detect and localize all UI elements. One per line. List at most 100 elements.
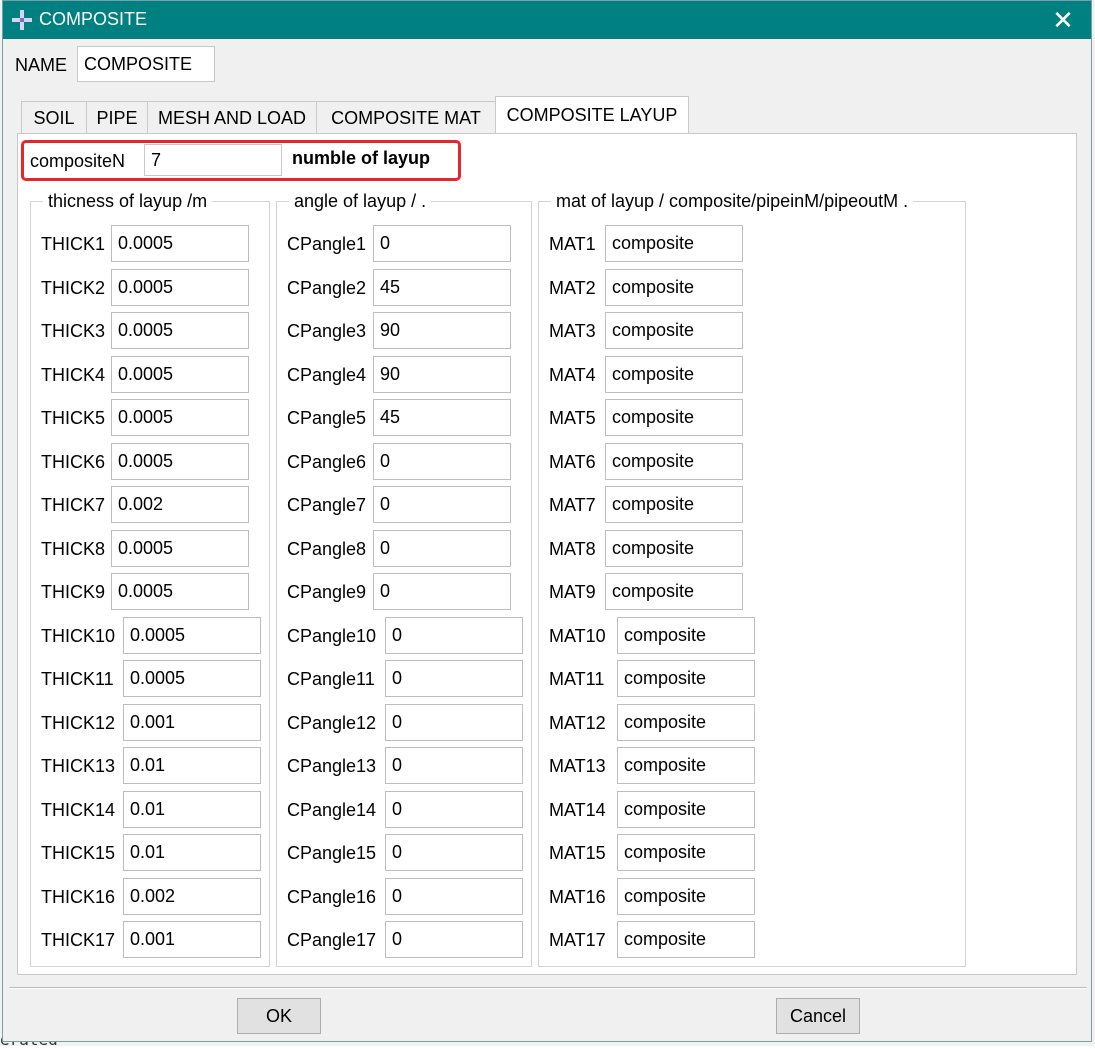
- mat-input-15[interactable]: composite: [617, 834, 755, 871]
- mat-input-1[interactable]: composite: [605, 225, 743, 262]
- thick-input-11[interactable]: 0.0005: [123, 660, 261, 697]
- tab-composite-layup[interactable]: COMPOSITE LAYUP: [495, 96, 689, 133]
- cpangle-input-4[interactable]: 90: [373, 355, 511, 393]
- cpangle-label-7: CPangle7: [287, 495, 367, 515]
- mat-input-8[interactable]: composite: [605, 529, 743, 567]
- thickness-group: thicness of layup /m THICK1 0.0005 THICK2 0…: [30, 191, 270, 967]
- thick-input-4[interactable]: 0.0005: [111, 355, 249, 393]
- mat-input-12[interactable]: composite: [617, 703, 755, 741]
- thick-input-1[interactable]: 0.0005: [111, 225, 249, 262]
- thick-label-8: THICK8: [41, 538, 106, 559]
- cpangle-input-12[interactable]: 0: [385, 703, 523, 741]
- compositeN-label: compositeN: [30, 151, 126, 171]
- thick-label-2: THICK2: [41, 277, 106, 298]
- mat-input-6[interactable]: composite: [605, 442, 743, 480]
- cpangle-input-2[interactable]: 45: [373, 268, 511, 306]
- cpangle-input-5[interactable]: 45: [373, 399, 511, 436]
- mat-label-17: MAT17: [549, 930, 606, 950]
- cpangle-input-17[interactable]: 0: [385, 921, 523, 958]
- thick-label-6: THICK6: [41, 451, 106, 472]
- mat-label-5: MAT5: [549, 408, 596, 428]
- thick-input-14[interactable]: 0.01: [123, 790, 261, 828]
- thick-input-8[interactable]: 0.0005: [111, 529, 249, 567]
- thick-input-7[interactable]: 0.002: [111, 486, 249, 523]
- tab-soil[interactable]: SOIL: [21, 101, 87, 133]
- button-separator: [9, 987, 1087, 989]
- thick-input-17[interactable]: 0.001: [123, 921, 261, 958]
- mat-label-7: MAT7: [549, 495, 596, 515]
- name-input[interactable]: COMPOSITE: [77, 46, 215, 82]
- mat-input-2[interactable]: composite: [605, 268, 743, 306]
- cpangle-input-13[interactable]: 0: [385, 747, 523, 784]
- ok-button[interactable]: OK: [237, 998, 321, 1034]
- mat-label-12: MAT12: [549, 712, 606, 733]
- close-button[interactable]: ✕: [1035, 1, 1091, 39]
- tab-composite-mat[interactable]: COMPOSITE MAT: [316, 101, 496, 133]
- title-bar[interactable]: COMPOSITE ✕: [3, 1, 1091, 39]
- thick-input-15[interactable]: 0.01: [123, 834, 261, 871]
- angle-group: angle of layup / . CPangle1 0 CPangle2 45 CP…: [276, 191, 532, 967]
- mat-label-10: MAT10: [549, 625, 606, 646]
- tab-mesh-and-load[interactable]: MESH AND LOAD: [147, 101, 317, 133]
- thick-label-3: THICK3: [41, 321, 106, 341]
- thick-input-6[interactable]: 0.0005: [111, 442, 249, 480]
- mat-input-11[interactable]: composite: [617, 660, 755, 697]
- thick-label-5: THICK5: [41, 408, 106, 428]
- composite-dialog: COMPOSITE ✕ NAME COMPOSITE SOIL PIPE MESH …: [2, 0, 1092, 1042]
- thick-label-17: THICK17: [41, 930, 116, 950]
- compositeN-input[interactable]: 7: [144, 144, 282, 176]
- cpangle-input-3[interactable]: 90: [373, 312, 511, 349]
- thick-label-14: THICK14: [41, 799, 116, 820]
- mat-label-11: MAT11: [549, 669, 605, 689]
- cpangle-input-11[interactable]: 0: [385, 660, 523, 697]
- mat-input-13[interactable]: composite: [617, 747, 755, 784]
- mat-label-8: MAT8: [549, 538, 596, 559]
- cpangle-label-16: CPangle16: [287, 886, 377, 907]
- thick-label-12: THICK12: [41, 712, 116, 733]
- mat-input-14[interactable]: composite: [617, 790, 755, 828]
- thickness-group-title: thicness of layup /m: [43, 191, 213, 212]
- composite-layup-panel: compositeN 7 numble of layup thicness of…: [17, 133, 1077, 975]
- cpangle-label-4: CPangle4: [287, 364, 367, 385]
- thick-label-11: THICK11: [41, 669, 114, 689]
- tab-pipe[interactable]: PIPE: [86, 101, 148, 133]
- thick-input-2[interactable]: 0.0005: [111, 268, 249, 306]
- thick-input-16[interactable]: 0.002: [123, 877, 261, 915]
- cpangle-input-10[interactable]: 0: [385, 616, 523, 654]
- cancel-button[interactable]: Cancel: [776, 998, 860, 1034]
- cpangle-input-6[interactable]: 0: [373, 442, 511, 480]
- thick-input-13[interactable]: 0.01: [123, 747, 261, 784]
- mat-input-9[interactable]: composite: [605, 573, 743, 610]
- cpangle-input-9[interactable]: 0: [373, 573, 511, 610]
- mat-input-10[interactable]: composite: [617, 616, 755, 654]
- material-group-title: mat of layup / composite/pipeinM/pipeout…: [551, 191, 914, 212]
- cpangle-input-1[interactable]: 0: [373, 225, 511, 262]
- thick-input-3[interactable]: 0.0005: [111, 312, 249, 349]
- mat-input-3[interactable]: composite: [605, 312, 743, 349]
- thick-label-7: THICK7: [41, 495, 106, 515]
- cpangle-label-12: CPangle12: [287, 712, 377, 733]
- thick-input-10[interactable]: 0.0005: [123, 616, 261, 654]
- mat-input-17[interactable]: composite: [617, 921, 755, 958]
- cpangle-input-15[interactable]: 0: [385, 834, 523, 871]
- mat-input-5[interactable]: composite: [605, 399, 743, 436]
- cpangle-input-14[interactable]: 0: [385, 790, 523, 828]
- thick-label-16: THICK16: [41, 886, 116, 907]
- cpangle-input-7[interactable]: 0: [373, 486, 511, 523]
- cpangle-label-9: CPangle9: [287, 582, 367, 602]
- mat-input-4[interactable]: composite: [605, 355, 743, 393]
- cpangle-input-8[interactable]: 0: [373, 529, 511, 567]
- close-icon: ✕: [1052, 5, 1074, 35]
- abaqus-cross-icon: [12, 10, 32, 30]
- mat-label-9: MAT9: [549, 582, 596, 602]
- mat-input-7[interactable]: composite: [605, 486, 743, 523]
- thick-input-5[interactable]: 0.0005: [111, 399, 249, 436]
- thick-input-9[interactable]: 0.0005: [111, 573, 249, 610]
- name-label: NAME: [15, 55, 68, 75]
- mat-label-1: MAT1: [549, 234, 596, 254]
- mat-input-16[interactable]: composite: [617, 877, 755, 915]
- cpangle-input-16[interactable]: 0: [385, 877, 523, 915]
- thick-input-12[interactable]: 0.001: [123, 703, 261, 741]
- cpangle-label-17: CPangle17: [287, 930, 377, 950]
- cpangle-label-2: CPangle2: [287, 277, 367, 298]
